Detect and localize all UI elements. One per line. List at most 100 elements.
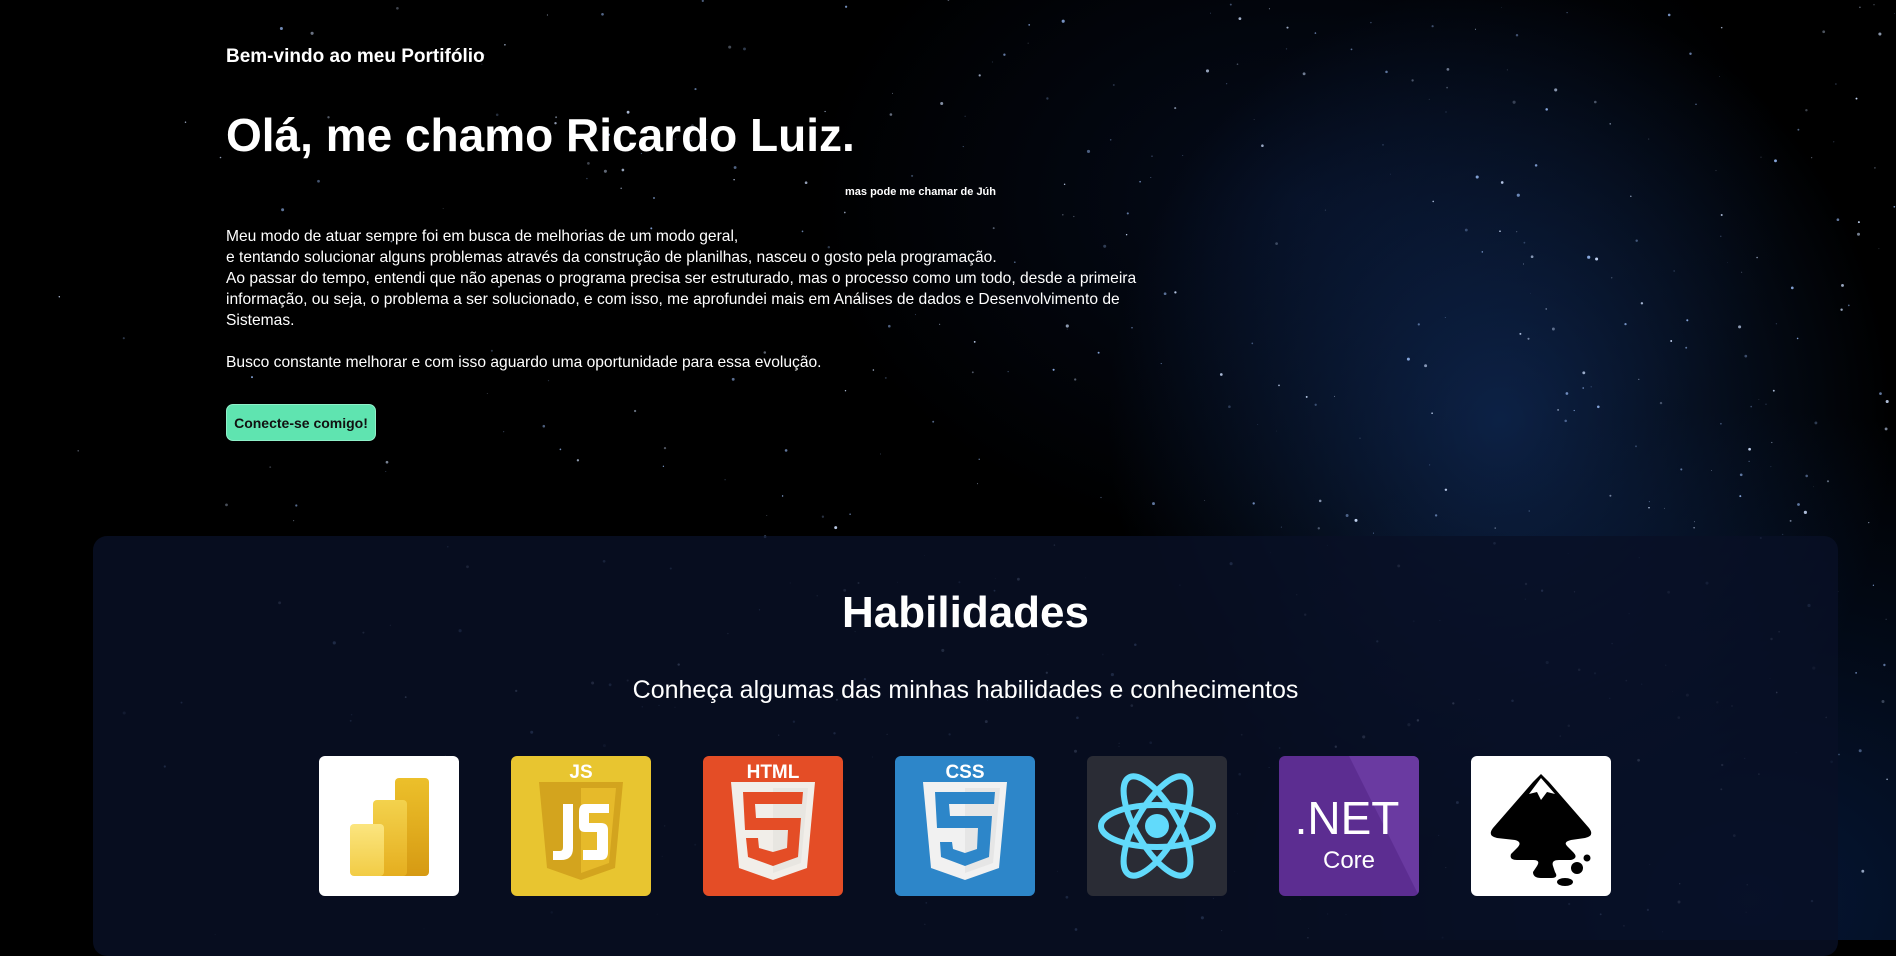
star (1557, 408, 1560, 411)
star (977, 483, 979, 485)
star (1516, 193, 1520, 197)
star (964, 115, 966, 117)
star (1771, 441, 1773, 444)
powerbi-icon[interactable] (319, 756, 459, 896)
star (1858, 749, 1862, 753)
star (781, 495, 784, 497)
star (219, 156, 222, 159)
star (1236, 63, 1239, 66)
html5-icon[interactable]: HTML (703, 756, 843, 896)
star (1775, 323, 1778, 325)
star (1424, 364, 1428, 368)
star (1630, 195, 1632, 198)
star (1885, 618, 1887, 620)
star (1302, 72, 1306, 76)
star (1204, 499, 1206, 502)
star (1893, 205, 1896, 208)
star (1516, 231, 1518, 233)
star (1261, 144, 1264, 147)
star (1565, 392, 1569, 395)
star (978, 74, 981, 77)
css3-icon[interactable]: CSS (895, 756, 1035, 896)
star (1429, 464, 1431, 466)
star (1738, 325, 1742, 329)
star (1345, 514, 1349, 517)
star (1719, 76, 1720, 77)
star (849, 513, 851, 515)
star (1464, 228, 1468, 232)
star (225, 503, 228, 507)
dotnet-core-icon[interactable]: .NET Core (1279, 756, 1419, 896)
star (1883, 663, 1886, 667)
star (1522, 263, 1525, 265)
star (1151, 155, 1153, 158)
star (1624, 322, 1627, 326)
star (1765, 403, 1767, 405)
star (1238, 17, 1242, 21)
star (1530, 292, 1531, 294)
star (1109, 139, 1112, 141)
star (1872, 584, 1875, 586)
star (1314, 403, 1317, 406)
star (1086, 149, 1091, 153)
star (1382, 144, 1384, 146)
star (1638, 378, 1640, 381)
star (1446, 86, 1448, 89)
star (1481, 251, 1484, 253)
star (1061, 19, 1065, 23)
javascript-icon[interactable]: JS (511, 756, 651, 896)
star (1434, 514, 1438, 517)
skills-section: Habilidades Conheça algumas das minhas h… (93, 536, 1838, 956)
star (1268, 8, 1270, 10)
star (547, 380, 550, 382)
star (317, 179, 320, 183)
star (633, 409, 637, 413)
star (821, 515, 825, 518)
star (1841, 283, 1844, 287)
star (576, 459, 580, 462)
star (1359, 437, 1361, 439)
star (1878, 32, 1882, 36)
star (1500, 181, 1504, 184)
star (1857, 221, 1860, 224)
star (442, 208, 444, 209)
star (733, 166, 737, 169)
star (1886, 778, 1888, 781)
star (122, 337, 125, 340)
svg-text:HTML: HTML (747, 762, 800, 783)
star (1100, 496, 1102, 499)
star (1285, 48, 1288, 50)
star (1566, 11, 1568, 14)
star (844, 5, 848, 8)
star (1210, 12, 1211, 14)
star (1112, 84, 1115, 86)
star (784, 449, 788, 452)
star (621, 168, 625, 172)
star (1772, 389, 1775, 392)
star (1275, 242, 1278, 245)
star (1748, 447, 1751, 451)
star (1590, 386, 1592, 388)
star (1861, 869, 1865, 873)
star (269, 466, 272, 468)
inkscape-icon[interactable] (1471, 756, 1611, 896)
star (1445, 111, 1447, 113)
star (1782, 533, 1784, 535)
react-icon[interactable] (1087, 756, 1227, 896)
star (1847, 304, 1850, 307)
star (1609, 494, 1612, 497)
star (1648, 138, 1650, 140)
star (1758, 398, 1760, 400)
star (844, 390, 847, 392)
star (1252, 502, 1255, 505)
star (1074, 378, 1077, 381)
skills-title: Habilidades (842, 588, 1089, 637)
star (1659, 401, 1663, 405)
star (385, 470, 387, 472)
star (1805, 474, 1808, 478)
connect-button[interactable]: Conecte-se comigo! (226, 404, 376, 441)
star (1739, 473, 1743, 477)
star (1390, 173, 1391, 175)
svg-text:JS: JS (569, 762, 592, 783)
star (1760, 156, 1762, 158)
